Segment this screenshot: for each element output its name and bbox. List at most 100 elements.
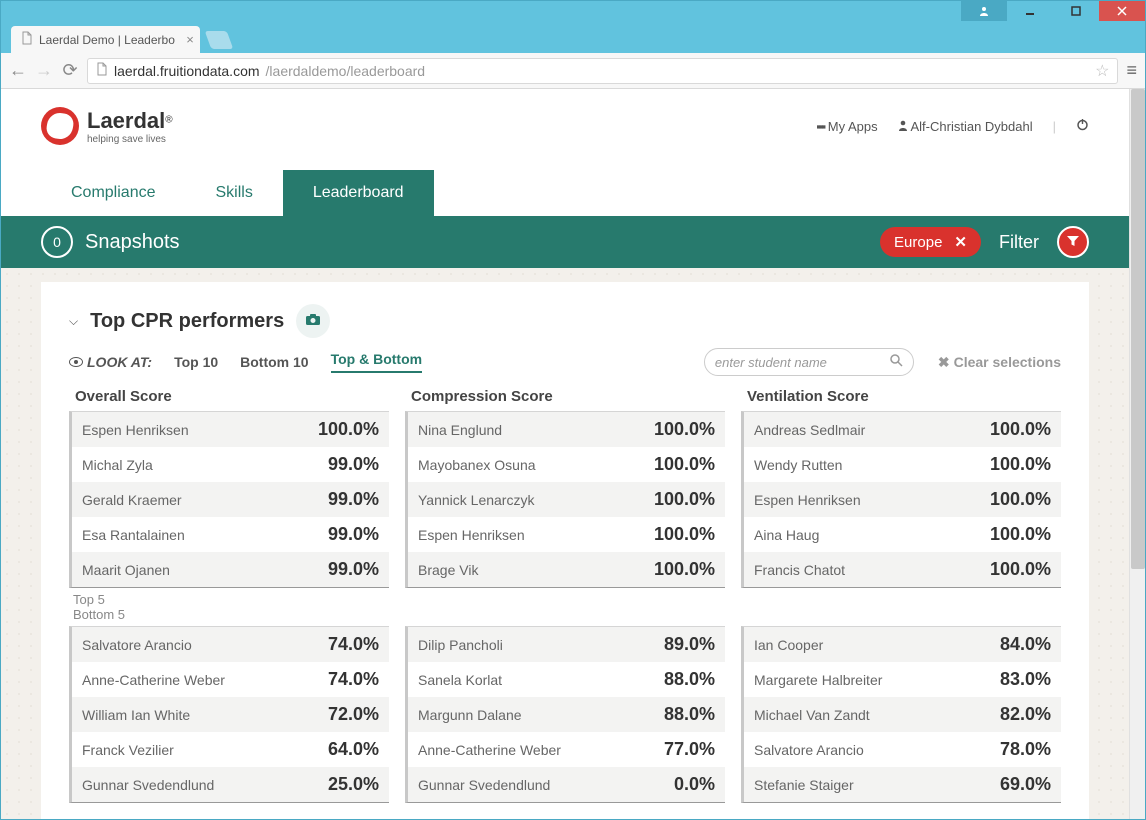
scrollbar-thumb[interactable]	[1131, 89, 1145, 569]
score-column: Ventilation ScoreAndreas Sedlmair100.0%W…	[741, 388, 1061, 803]
leaderboard-row[interactable]: Michael Van Zandt82.0%	[744, 697, 1061, 732]
score-value: 100.0%	[318, 419, 379, 440]
group-separator-labels: Top 5Bottom 5	[73, 592, 389, 622]
score-value: 100.0%	[990, 559, 1051, 580]
user-menu[interactable]: Alf-Christian Dybdahl	[898, 119, 1033, 134]
search-input[interactable]: enter student name	[704, 348, 914, 376]
scrollbar-track[interactable]	[1129, 89, 1145, 819]
leaderboard-row[interactable]: Brage Vik100.0%	[408, 552, 725, 587]
leaderboard-row[interactable]: Margarete Halbreiter83.0%	[744, 662, 1061, 697]
leaderboard-row[interactable]: Aina Haug100.0%	[744, 517, 1061, 552]
look-tab-topbottom[interactable]: Top & Bottom	[331, 351, 423, 373]
student-name: Dilip Pancholi	[418, 637, 664, 653]
student-name: Anne-Catherine Weber	[418, 742, 664, 758]
new-tab-button[interactable]	[205, 31, 234, 49]
address-input[interactable]: laerdal.fruitiondata.com/laerdaldemo/lea…	[87, 58, 1118, 84]
user-icon	[898, 119, 911, 134]
snapshot-count[interactable]: 0	[41, 226, 73, 258]
leaderboard-row[interactable]: Gunnar Svedendlund25.0%	[72, 767, 389, 802]
score-value: 74.0%	[328, 669, 379, 690]
window-close-button[interactable]	[1099, 1, 1145, 21]
leaderboard-row[interactable]: Esa Rantalainen99.0%	[72, 517, 389, 552]
leaderboard-row[interactable]: Salvatore Arancio78.0%	[744, 732, 1061, 767]
score-value: 82.0%	[1000, 704, 1051, 725]
my-apps-link[interactable]: ▪▪▪ My Apps	[816, 119, 877, 134]
leaderboard-row[interactable]: Anne-Catherine Weber74.0%	[72, 662, 389, 697]
chrome-menu-icon[interactable]: ≡	[1126, 60, 1137, 81]
leaderboard-row[interactable]: Gerald Kraemer99.0%	[72, 482, 389, 517]
window-minimize-button[interactable]	[1007, 1, 1053, 21]
leaderboard-row[interactable]: Mayobanex Osuna100.0%	[408, 447, 725, 482]
leaderboard-row[interactable]: Michal Zyla99.0%	[72, 447, 389, 482]
leaderboard-row[interactable]: Margunn Dalane88.0%	[408, 697, 725, 732]
score-column: Overall ScoreEspen Henriksen100.0%Michal…	[69, 388, 389, 803]
score-value: 100.0%	[654, 524, 715, 545]
tab-compliance[interactable]: Compliance	[41, 170, 185, 216]
filter-button[interactable]	[1057, 226, 1089, 258]
look-tab-bottom10[interactable]: Bottom 10	[240, 354, 308, 370]
score-value: 25.0%	[328, 774, 379, 795]
leaderboard-row[interactable]: Anne-Catherine Weber77.0%	[408, 732, 725, 767]
clear-selections-button[interactable]: ✖ Clear selections	[938, 354, 1061, 371]
filter-chip-europe[interactable]: Europe ✕	[880, 227, 981, 257]
tab-close-icon[interactable]: ×	[186, 32, 194, 47]
snapshot-camera-button[interactable]	[296, 304, 330, 338]
leaderboard-row[interactable]: Yannick Lenarczyk100.0%	[408, 482, 725, 517]
reload-button[interactable]: ⟳	[61, 60, 79, 81]
back-button[interactable]: ←	[9, 60, 27, 81]
leaderboard-row[interactable]: Espen Henriksen100.0%	[408, 517, 725, 552]
score-value: 99.0%	[328, 489, 379, 510]
filter-label: Filter	[999, 232, 1039, 253]
search-placeholder: enter student name	[715, 355, 827, 370]
collapse-chevron-icon[interactable]: ⌵	[69, 314, 78, 329]
student-name: Anne-Catherine Weber	[82, 672, 328, 688]
power-icon[interactable]	[1076, 118, 1089, 134]
look-tab-top10[interactable]: Top 10	[174, 354, 218, 370]
leaderboard-row[interactable]: Salvatore Arancio74.0%	[72, 627, 389, 662]
leaderboard-row[interactable]: Wendy Rutten100.0%	[744, 447, 1061, 482]
leaderboard-row[interactable]: Dilip Pancholi89.0%	[408, 627, 725, 662]
chrome-tab[interactable]: Laerdal Demo | Leaderbo ×	[11, 26, 200, 53]
window-maximize-button[interactable]	[1053, 1, 1099, 21]
leaderboard-row[interactable]: Franck Vezilier64.0%	[72, 732, 389, 767]
score-value: 77.0%	[664, 739, 715, 760]
brand-logo[interactable]: Laerdal® helping save lives	[41, 107, 173, 145]
leaderboard-row[interactable]: Ian Cooper84.0%	[744, 627, 1061, 662]
leaderboard-row[interactable]: Nina Englund100.0%	[408, 412, 725, 447]
url-host: laerdal.fruitiondata.com	[114, 63, 260, 79]
score-value: 100.0%	[654, 489, 715, 510]
score-value: 99.0%	[328, 524, 379, 545]
student-name: Maarit Ojanen	[82, 562, 328, 578]
leaderboard-row[interactable]: Stefanie Staiger69.0%	[744, 767, 1061, 802]
score-value: 88.0%	[664, 704, 715, 725]
logo-mark-icon	[41, 107, 79, 145]
leaderboard-row[interactable]: Espen Henriksen100.0%	[72, 412, 389, 447]
tab-leaderboard[interactable]: Leaderboard	[283, 170, 434, 216]
top-group: Andreas Sedlmair100.0%Wendy Rutten100.0%…	[741, 411, 1061, 588]
column-title: Ventilation Score	[741, 388, 1061, 405]
student-name: Aina Haug	[754, 527, 990, 543]
leaderboard-row[interactable]: William Ian White72.0%	[72, 697, 389, 732]
funnel-icon	[1066, 234, 1080, 251]
leaderboard-row[interactable]: Gunnar Svedendlund0.0%	[408, 767, 725, 802]
leaderboard-row[interactable]: Maarit Ojanen99.0%	[72, 552, 389, 587]
leaderboard-row[interactable]: Espen Henriksen100.0%	[744, 482, 1061, 517]
score-value: 89.0%	[664, 634, 715, 655]
file-icon	[96, 62, 108, 79]
score-value: 83.0%	[1000, 669, 1051, 690]
content-area: ⌵ Top CPR performers LOOK AT: Top 10	[1, 268, 1129, 819]
brand-tagline: helping save lives	[87, 134, 173, 145]
chip-remove-icon[interactable]: ✕	[954, 233, 967, 251]
student-name: Francis Chatot	[754, 562, 990, 578]
student-name: Wendy Rutten	[754, 457, 990, 473]
score-value: 64.0%	[328, 739, 379, 760]
window-user-icon[interactable]	[961, 1, 1007, 21]
tab-skills[interactable]: Skills	[185, 170, 282, 216]
bookmark-star-icon[interactable]: ☆	[1095, 61, 1109, 81]
student-name: Michael Van Zandt	[754, 707, 1000, 723]
leaderboard-row[interactable]: Francis Chatot100.0%	[744, 552, 1061, 587]
leaderboard-row[interactable]: Andreas Sedlmair100.0%	[744, 412, 1061, 447]
leaderboard-row[interactable]: Sanela Korlat88.0%	[408, 662, 725, 697]
score-value: 100.0%	[990, 524, 1051, 545]
student-name: Espen Henriksen	[418, 527, 654, 543]
